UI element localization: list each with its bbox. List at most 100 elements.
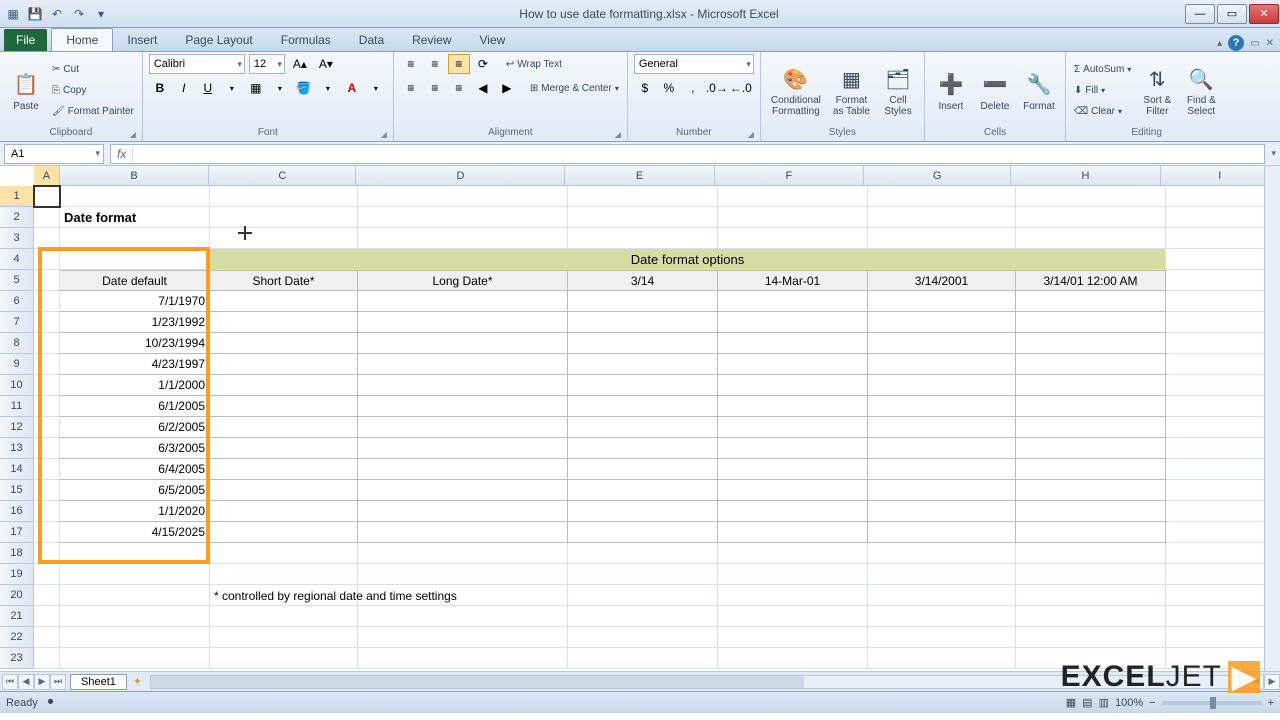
- cell[interactable]: [718, 207, 868, 228]
- table-cell[interactable]: [1016, 438, 1166, 459]
- table-cell[interactable]: [718, 375, 868, 396]
- cell[interactable]: [1166, 585, 1280, 606]
- table-cell[interactable]: [568, 459, 718, 480]
- date-cell[interactable]: 6/4/2005: [60, 459, 210, 480]
- fill-color-dropdown-icon[interactable]: ▾: [317, 78, 339, 98]
- cell[interactable]: [1166, 396, 1280, 417]
- cell[interactable]: [568, 648, 718, 669]
- cell[interactable]: [34, 417, 60, 438]
- table-cell[interactable]: [358, 312, 568, 333]
- row-header[interactable]: 8: [0, 333, 34, 354]
- cell[interactable]: [1016, 564, 1166, 585]
- cell[interactable]: [868, 564, 1016, 585]
- table-cell[interactable]: [718, 501, 868, 522]
- worksheet-grid[interactable]: ABCDEFGHI 123456789101112131415161718192…: [0, 166, 1280, 671]
- column-header[interactable]: F: [715, 166, 864, 185]
- orientation-icon[interactable]: ⟳: [472, 54, 494, 74]
- table-cell[interactable]: [210, 459, 358, 480]
- cell[interactable]: [1166, 564, 1280, 585]
- table-cell[interactable]: [358, 375, 568, 396]
- row-header[interactable]: 5: [0, 270, 34, 291]
- vertical-scrollbar[interactable]: [1264, 166, 1280, 671]
- cell[interactable]: [60, 606, 210, 627]
- cell[interactable]: [718, 564, 868, 585]
- view-normal-icon[interactable]: ▦: [1066, 696, 1076, 709]
- cell[interactable]: [34, 648, 60, 669]
- cell[interactable]: [1166, 417, 1280, 438]
- align-center-icon[interactable]: ≡: [424, 78, 446, 98]
- table-cell[interactable]: [210, 480, 358, 501]
- cell[interactable]: [60, 627, 210, 648]
- cell[interactable]: [1166, 606, 1280, 627]
- macro-record-icon[interactable]: ⏺: [48, 696, 54, 709]
- cell[interactable]: [358, 564, 568, 585]
- cell[interactable]: [34, 438, 60, 459]
- cell[interactable]: [1166, 501, 1280, 522]
- paste-button[interactable]: 📋 Paste: [6, 67, 46, 114]
- row-header[interactable]: 16: [0, 501, 34, 522]
- date-cell[interactable]: 4/23/1997: [60, 354, 210, 375]
- table-cell[interactable]: [568, 417, 718, 438]
- row-header[interactable]: 7: [0, 312, 34, 333]
- table-cell[interactable]: [868, 291, 1016, 312]
- table-header-cell[interactable]: 3/14/01 12:00 AM: [1016, 270, 1166, 291]
- table-cell[interactable]: [868, 438, 1016, 459]
- table-cell[interactable]: [1016, 312, 1166, 333]
- cell[interactable]: [358, 543, 568, 564]
- column-header[interactable]: I: [1161, 166, 1280, 185]
- cell[interactable]: [34, 543, 60, 564]
- row-header[interactable]: 9: [0, 354, 34, 375]
- row-header[interactable]: 12: [0, 417, 34, 438]
- date-cell[interactable]: 6/5/2005: [60, 480, 210, 501]
- cell[interactable]: [60, 249, 210, 270]
- column-header[interactable]: A: [34, 166, 60, 185]
- table-cell[interactable]: [210, 438, 358, 459]
- tab-file[interactable]: File: [4, 29, 47, 51]
- cell[interactable]: [568, 606, 718, 627]
- cell[interactable]: [1016, 186, 1166, 207]
- cell[interactable]: [358, 228, 568, 249]
- cell[interactable]: [358, 186, 568, 207]
- table-cell[interactable]: [358, 333, 568, 354]
- table-cell[interactable]: [1016, 522, 1166, 543]
- date-cell[interactable]: 1/1/2020: [60, 501, 210, 522]
- font-launcher-icon[interactable]: ◢: [381, 130, 387, 139]
- zoom-in-icon[interactable]: +: [1268, 697, 1274, 709]
- cell[interactable]: [568, 564, 718, 585]
- cell[interactable]: [34, 396, 60, 417]
- cell[interactable]: [358, 606, 568, 627]
- cell[interactable]: [60, 543, 210, 564]
- cell[interactable]: [34, 501, 60, 522]
- cell[interactable]: [1016, 606, 1166, 627]
- table-header-cell[interactable]: Short Date*: [210, 270, 358, 291]
- table-cell[interactable]: [568, 291, 718, 312]
- cell[interactable]: [210, 627, 358, 648]
- window-restore-icon[interactable]: ▭: [1250, 38, 1259, 49]
- align-middle-icon[interactable]: ≡: [424, 54, 446, 74]
- cell[interactable]: [1166, 375, 1280, 396]
- cell[interactable]: [1166, 354, 1280, 375]
- format-cells-button[interactable]: 🔧Format: [1019, 67, 1059, 114]
- align-bottom-icon[interactable]: ≡: [448, 54, 470, 74]
- clear-button[interactable]: ⌫Clear▾: [1072, 101, 1133, 121]
- zoom-out-icon[interactable]: −: [1149, 697, 1155, 709]
- table-cell[interactable]: [1016, 354, 1166, 375]
- align-right-icon[interactable]: ≡: [448, 78, 470, 98]
- table-header-cell[interactable]: 3/14/2001: [868, 270, 1016, 291]
- sheet-nav-prev-icon[interactable]: ◀: [18, 674, 34, 690]
- view-pagebreak-icon[interactable]: ▥: [1099, 696, 1109, 709]
- sheet-tab[interactable]: Sheet1: [70, 674, 127, 690]
- tab-formulas[interactable]: Formulas: [267, 29, 345, 51]
- cell[interactable]: [1166, 249, 1280, 270]
- cell[interactable]: [718, 606, 868, 627]
- cell[interactable]: [60, 564, 210, 585]
- maximize-button[interactable]: ▭: [1217, 4, 1247, 24]
- cell[interactable]: [34, 375, 60, 396]
- table-cell[interactable]: [718, 417, 868, 438]
- table-cell[interactable]: [568, 522, 718, 543]
- fx-icon[interactable]: fx: [111, 147, 133, 161]
- table-cell[interactable]: [718, 522, 868, 543]
- table-cell[interactable]: [718, 333, 868, 354]
- tab-data[interactable]: Data: [345, 29, 398, 51]
- name-box[interactable]: A1: [4, 144, 104, 164]
